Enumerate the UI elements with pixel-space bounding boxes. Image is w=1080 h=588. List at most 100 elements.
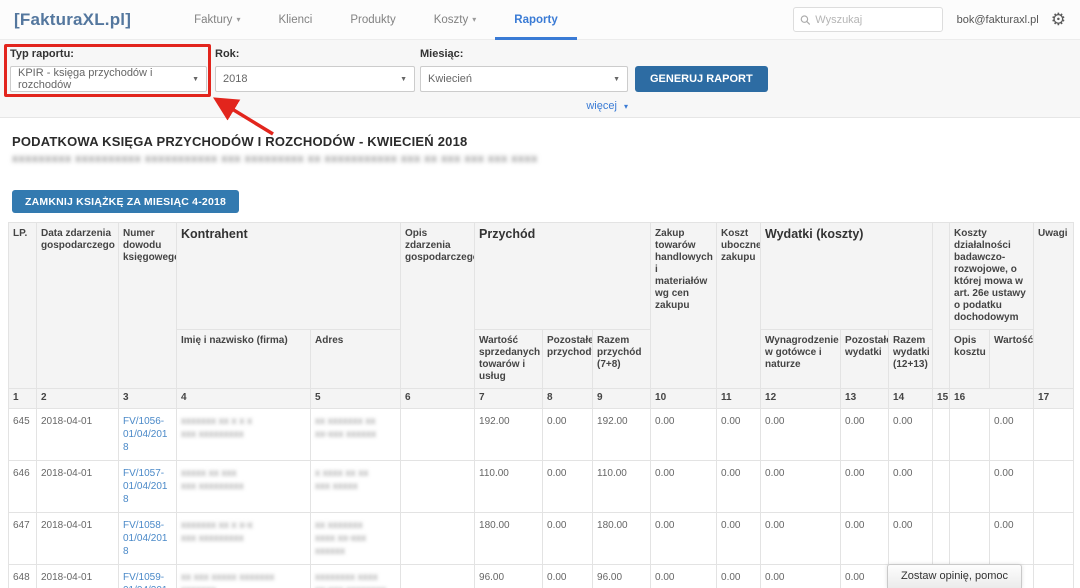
table-body: 6452018-04-01FV/1056-01/04/2018xxxxxxx x… — [9, 409, 1074, 588]
cell-value-col14: 0.00 — [889, 461, 933, 513]
cell-lp: 645 — [9, 409, 37, 461]
redacted-text-line: xxx xxxxxxxxx — [181, 532, 306, 545]
invoice-link[interactable]: FV/1058-01/04/2018 — [123, 520, 168, 557]
nav-item-klienci[interactable]: Klienci — [259, 0, 331, 40]
search-icon — [800, 14, 811, 26]
cell-col15 — [933, 461, 950, 513]
cell-value-col12: 0.00 — [761, 461, 841, 513]
cell-value-col8: 0.00 — [543, 461, 593, 513]
cell-remarks — [1034, 565, 1074, 588]
col-header-lp: LP. — [9, 223, 37, 389]
nav-item-koszty[interactable]: Koszty ▾ — [415, 0, 496, 40]
cell-address-redacted: xx xxxxxxxxxxx xx-xxxxxxxxx — [311, 513, 401, 565]
invoice-link[interactable]: FV/1057-01/04/2018 — [123, 468, 168, 505]
col-header-expenses: Wydatki (koszty) — [761, 223, 933, 330]
cell-lp: 646 — [9, 461, 37, 513]
report-type-label: Typ raportu: — [10, 48, 207, 60]
cell-description — [401, 513, 475, 565]
col-header-contractor: Kontrahent — [177, 223, 401, 330]
month-select[interactable]: Kwiecień ▼ — [420, 66, 628, 92]
cell-value-col13: 0.00 — [841, 513, 889, 565]
cell-value-col12: 0.00 — [761, 409, 841, 461]
cell-cost-desc — [950, 409, 990, 461]
col-header-wages: Wynagrodzenie w gotówce i naturze — [761, 330, 841, 389]
main-nav: Faktury ▾ Klienci Produkty Koszty ▾ Rapo… — [175, 0, 577, 40]
cell-address-redacted: xx xxxxxxx xxxx-xxx xxxxxx — [311, 409, 401, 461]
col-header-description: Opis zdarzenia gospodarczego — [401, 223, 475, 389]
account-email[interactable]: bok@fakturaxl.pl — [957, 14, 1039, 26]
invoice-link[interactable]: FV/1059-01/04/2018 — [123, 572, 168, 588]
cell-value-col12: 0.00 — [761, 565, 841, 588]
report-title: PODATKOWA KSIĘGA PRZYCHODÓW I ROZCHODÓW … — [12, 134, 1080, 149]
nav-item-produkty[interactable]: Produkty — [331, 0, 414, 40]
redacted-text-line: xx-xxx xxxxxxxx — [315, 584, 396, 588]
cell-doc-no: FV/1058-01/04/2018 — [119, 513, 177, 565]
chevron-down-icon: ▾ — [472, 15, 476, 24]
cell-value-col12: 0.00 — [761, 513, 841, 565]
cell-contractor-redacted: xx xxx xxxxx xxxxxxxxxxxxxxxxx xxx-xxx-x… — [177, 565, 311, 588]
year-label: Rok: — [215, 48, 415, 60]
col-header-cost-desc: Opis kosztu — [950, 330, 990, 389]
select-arrow-icon: ▼ — [192, 76, 199, 83]
filter-report-type: Typ raportu: KPIR - księga przychodów i … — [10, 48, 207, 92]
year-select[interactable]: 2018 ▼ — [215, 66, 415, 92]
col-header-total-expenses: Razem wydatki (12+13) — [889, 330, 933, 389]
app-window: [FakturaXL.pl] Faktury ▾ Klienci Produkt… — [0, 0, 1080, 588]
redacted-text-line: xxx xxxxxxxxx — [181, 428, 306, 441]
cell-description — [401, 461, 475, 513]
redacted-text-line: xxxxxxx — [181, 584, 306, 588]
redacted-text-line: xxxxxxx xx x x x — [181, 415, 306, 428]
report-type-select[interactable]: KPIR - księga przychodów i rozchodów ▼ — [10, 66, 207, 92]
search-input[interactable] — [815, 14, 935, 26]
cell-value-col7: 110.00 — [475, 461, 543, 513]
nav-item-faktury[interactable]: Faktury ▾ — [175, 0, 259, 40]
cell-value-col8: 0.00 — [543, 409, 593, 461]
cell-value-col7: 192.00 — [475, 409, 543, 461]
cell-value-col10: 0.00 — [651, 461, 717, 513]
close-book-button[interactable]: ZAMKNIJ KSIĄŻKĘ ZA MIESIĄC 4-2018 — [12, 190, 239, 213]
invoice-link[interactable]: FV/1056-01/04/2018 — [123, 416, 168, 453]
redacted-text-line: xxx xxxxxxxxx — [181, 480, 306, 493]
cell-value-col8: 0.00 — [543, 565, 593, 588]
cell-doc-no: FV/1059-01/04/2018 — [119, 565, 177, 588]
table-row: 6472018-04-01FV/1058-01/04/2018xxxxxxx x… — [9, 513, 1074, 565]
redacted-text-line: xxx xxxxx — [315, 480, 396, 493]
generate-report-button[interactable]: GENERUJ RAPORT — [635, 66, 768, 92]
redacted-text-line: xx-xxx xxxxxx — [315, 428, 396, 441]
col-header-income: Przychód — [475, 223, 651, 330]
settings-gear-icon[interactable]: ⚙ — [1051, 11, 1066, 28]
cell-contractor-redacted: xxxxx xx xxxxxx xxxxxxxxx — [177, 461, 311, 513]
col-header-address: Adres — [311, 330, 401, 389]
app-logo[interactable]: [FakturaXL.pl] — [14, 10, 131, 30]
cell-cost-value: 0.00 — [990, 461, 1034, 513]
cell-cost-desc — [950, 513, 990, 565]
nav-item-raporty[interactable]: Raporty — [495, 0, 576, 40]
column-number-row: 1 2 3 4 5 6 7 8 9 10 11 12 13 14 15 16 1 — [9, 389, 1074, 409]
cell-remarks — [1034, 513, 1074, 565]
col-header-15-empty — [933, 223, 950, 389]
cell-value-col11: 0.00 — [717, 513, 761, 565]
col-header-sold-value: Wartość sprzedanych towarów i usług — [475, 330, 543, 389]
more-options-link[interactable]: więcej ▾ — [420, 100, 628, 112]
cell-value-col10: 0.00 — [651, 409, 717, 461]
chevron-down-icon: ▾ — [624, 102, 628, 111]
cell-value-col11: 0.00 — [717, 565, 761, 588]
cell-contractor-redacted: xxxxxxx xx x x xxxx xxxxxxxxx — [177, 409, 311, 461]
feedback-button[interactable]: Zostaw opinię, pomoc — [887, 564, 1022, 588]
col-header-side-costs: Koszt uboczne zakupu — [717, 223, 761, 389]
cell-date: 2018-04-01 — [37, 409, 119, 461]
table-row: 6452018-04-01FV/1056-01/04/2018xxxxxxx x… — [9, 409, 1074, 461]
cell-doc-no: FV/1057-01/04/2018 — [119, 461, 177, 513]
cell-description — [401, 565, 475, 588]
report-filter-bar: Typ raportu: KPIR - księga przychodów i … — [0, 40, 1080, 118]
cell-address-redacted: x xxxx xx xxxxx xxxxx — [311, 461, 401, 513]
filter-month: Miesiąc: Kwiecień ▼ — [420, 48, 628, 92]
table-row: 6462018-04-01FV/1057-01/04/2018xxxxx xx … — [9, 461, 1074, 513]
chevron-down-icon: ▾ — [236, 15, 240, 24]
month-label: Miesiąc: — [420, 48, 628, 60]
cell-value-col7: 180.00 — [475, 513, 543, 565]
search-box[interactable] — [793, 7, 943, 32]
cell-value-col13: 0.00 — [841, 565, 889, 588]
cell-value-col14: 0.00 — [889, 409, 933, 461]
filter-year: Rok: 2018 ▼ — [215, 48, 415, 92]
